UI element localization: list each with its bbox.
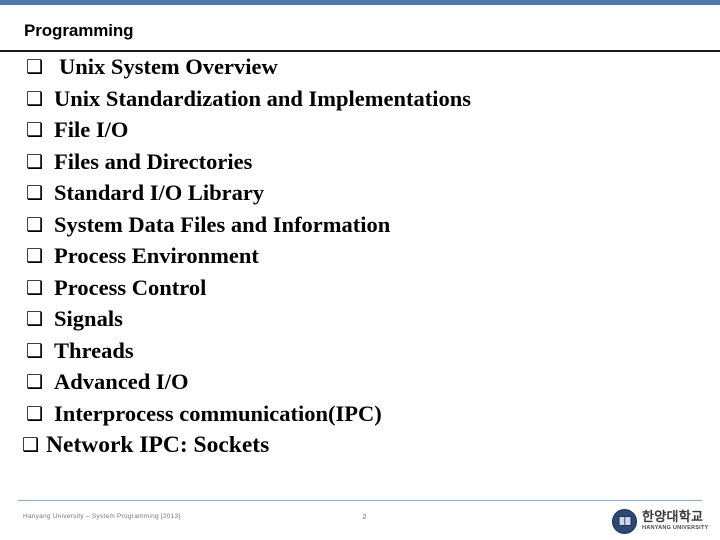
bullet-square-icon: ❑ (26, 213, 44, 236)
bullet-square-icon: ❑ (26, 150, 44, 173)
list-item-label: Standard I/O Library (54, 180, 265, 205)
university-logo-text: 한양대학교 HANYANG UNIVERSITY (642, 511, 709, 531)
list-item-label: Signals (54, 306, 123, 331)
list-item: ❑ Standard I/O Library (0, 180, 720, 214)
university-seal-icon (612, 508, 637, 534)
list-item: ❑ System Data Files and Information (0, 211, 720, 246)
bullet-square-icon: ❑ (26, 402, 44, 425)
list-item: ❑ Signals (0, 306, 720, 340)
list-item: ❑ Advanced I/O (0, 369, 720, 403)
list-item-label: Unix System Overview (59, 54, 278, 79)
list-item-label: Advanced I/O (54, 369, 189, 394)
footer-course-note: Hanyang University – System Programming … (23, 513, 181, 520)
bullet-square-icon: ❑ (26, 119, 44, 141)
page-title: Programming (24, 21, 134, 40)
bullet-square-icon: ❑ (22, 434, 40, 456)
bullet-square-icon: ❑ (26, 56, 44, 78)
list-item-label: Threads (54, 337, 134, 363)
bullet-square-icon: ❑ (26, 245, 44, 267)
list-item: ❑ Unix Standardization and Implementation… (0, 85, 720, 120)
list-item-label: Unix Standardization and Implementations (54, 85, 471, 111)
list-item: ❑ Process Control (0, 274, 720, 309)
list-item: ❑ Unix System Overview (0, 54, 720, 88)
list-item-label: Files and Directories (54, 148, 253, 174)
list-item-label: File I/O (54, 117, 129, 142)
bullet-square-icon: ❑ (26, 276, 44, 299)
list-item-label: Process Control (54, 274, 207, 300)
bullet-square-icon: ❑ (26, 371, 44, 393)
list-item: ❑ Network IPC: Sockets (0, 432, 720, 466)
list-item: ❑ Files and Directories (0, 148, 720, 183)
list-item-label: Network IPC: Sockets (46, 432, 270, 458)
university-logo: 한양대학교 HANYANG UNIVERSITY (612, 507, 716, 535)
list-item: ❑ File I/O (0, 117, 720, 151)
slide-title-area: Programming (0, 5, 720, 50)
bullet-square-icon: ❑ (26, 87, 44, 110)
bullet-square-icon: ❑ (26, 308, 44, 330)
bullet-square-icon: ❑ (26, 182, 44, 204)
bullet-square-icon: ❑ (26, 339, 44, 362)
university-name-korean: 한양대학교 (642, 509, 704, 525)
bullet-list: ❑ Unix System Overview ❑ Unix Standardizati… (0, 54, 720, 494)
footer-page-number: 2 (362, 512, 368, 521)
footer-divider (18, 500, 702, 501)
list-item-label: Interprocess communication(IPC) (54, 400, 382, 426)
list-item-label: Process Environment (54, 243, 259, 268)
list-item-label: System Data Files and Information (54, 211, 391, 237)
list-item: ❑ Interprocess communication(IPC) (0, 400, 720, 435)
university-name-english: HANYANG UNIVERSITY (642, 525, 709, 531)
list-item: ❑ Process Environment (0, 243, 720, 277)
title-divider (0, 50, 720, 52)
list-item: ❑ Threads (0, 337, 720, 372)
